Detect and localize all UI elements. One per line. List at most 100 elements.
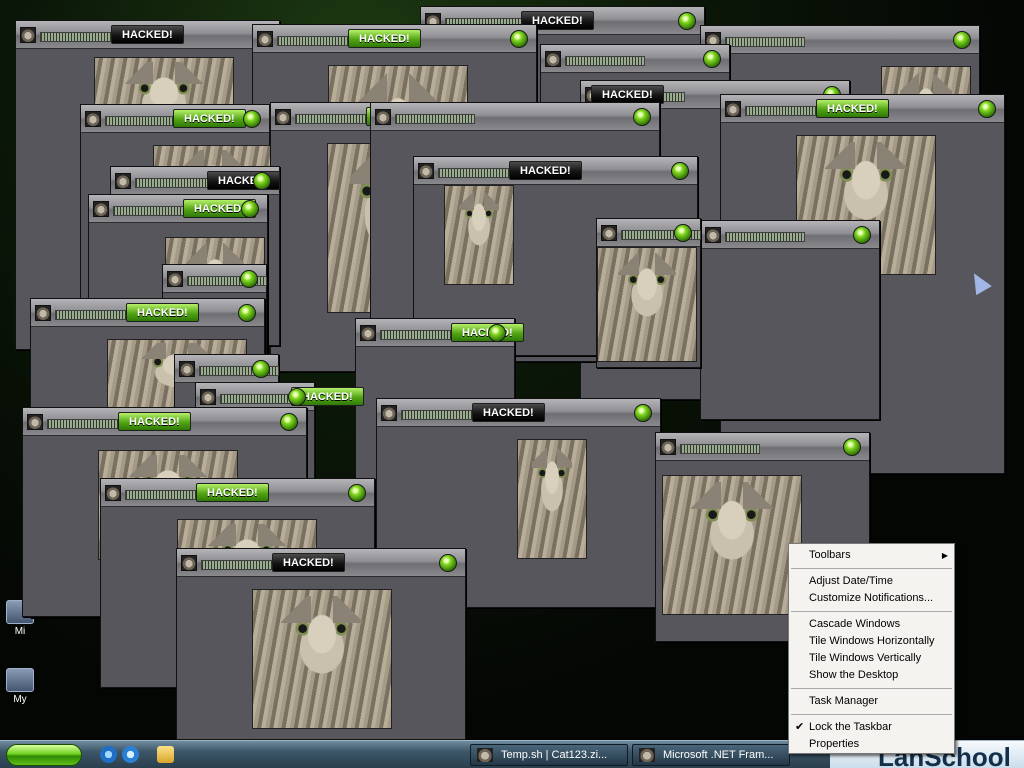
cat-icon — [381, 405, 397, 421]
menu-item-properties[interactable]: Properties — [789, 736, 954, 753]
popup-title-bar[interactable]: HACKED! — [23, 408, 306, 436]
cat-icon — [27, 414, 43, 430]
popup-title-bar[interactable]: HACKED! — [89, 195, 267, 223]
popup-title-bar[interactable] — [656, 433, 869, 461]
cat-icon — [275, 109, 291, 125]
close-orb-icon[interactable] — [953, 31, 971, 49]
hacked-label: HACKED! — [126, 303, 199, 322]
menu-item-label: Toolbars — [809, 549, 851, 561]
title-bar-grip — [401, 410, 481, 420]
menu-item-label: Cascade Windows — [809, 618, 901, 630]
cat-icon — [639, 748, 655, 762]
cat-photo — [252, 589, 392, 729]
close-orb-icon[interactable] — [703, 50, 721, 68]
menu-item-show-desktop[interactable]: Show the Desktop — [789, 667, 954, 684]
menu-item-toolbars[interactable]: Toolbars ▶ — [789, 547, 954, 564]
desktop-icon-label: My — [13, 694, 27, 705]
hacked-label: HACKED! — [816, 99, 889, 118]
close-orb-icon[interactable] — [671, 162, 689, 180]
menu-item-cascade-windows[interactable]: Cascade Windows — [789, 616, 954, 633]
close-orb-icon[interactable] — [288, 388, 306, 406]
cat-photo — [517, 439, 587, 559]
hacked-popup-window[interactable] — [596, 218, 701, 368]
taskbar-button-label: Temp.sh | Cat123.zi... — [501, 749, 608, 761]
folder-icon[interactable] — [157, 746, 174, 763]
cat-photo — [597, 247, 697, 362]
title-bar-grip — [113, 206, 193, 216]
close-orb-icon[interactable] — [253, 172, 271, 190]
close-orb-icon[interactable] — [633, 108, 651, 126]
cat-icon — [660, 439, 676, 455]
menu-item-label: Customize Notifications... — [809, 592, 934, 604]
close-orb-icon[interactable] — [243, 110, 261, 128]
popup-title-bar[interactable] — [163, 265, 267, 293]
cat-icon — [181, 555, 197, 571]
title-bar-grip — [47, 419, 127, 429]
title-bar-grip — [295, 114, 375, 124]
popup-title-bar[interactable]: HACKED! — [253, 25, 536, 53]
popup-title-bar[interactable]: HACKED! — [414, 157, 697, 185]
popup-title-bar[interactable] — [371, 103, 659, 131]
close-orb-icon[interactable] — [853, 226, 871, 244]
close-orb-icon[interactable] — [439, 554, 457, 572]
popup-title-bar[interactable]: HACKED! — [177, 549, 465, 577]
cat-icon — [601, 225, 617, 241]
popup-title-bar[interactable] — [701, 26, 979, 54]
close-orb-icon[interactable] — [843, 438, 861, 456]
title-bar-grip — [201, 560, 281, 570]
close-orb-icon[interactable] — [978, 100, 996, 118]
hacked-popup-window[interactable]: HACKED! — [176, 548, 466, 740]
close-orb-icon[interactable] — [678, 12, 696, 30]
cat-icon — [167, 271, 183, 287]
popup-title-bar[interactable]: HACKED! — [356, 319, 524, 347]
desktop-icon[interactable]: My — [0, 668, 40, 705]
close-orb-icon[interactable] — [252, 360, 270, 378]
popup-title-bar[interactable]: HACKED! — [721, 95, 1004, 123]
cat-icon — [200, 389, 216, 405]
popup-title-bar[interactable] — [597, 219, 701, 247]
popup-title-bar[interactable] — [175, 355, 279, 383]
menu-separator — [791, 611, 952, 612]
title-bar-grip — [725, 37, 805, 47]
popup-title-bar[interactable]: HACKED! — [377, 399, 660, 427]
close-orb-icon[interactable] — [348, 484, 366, 502]
close-orb-icon[interactable] — [510, 30, 528, 48]
close-orb-icon[interactable] — [240, 270, 258, 288]
cat-icon — [93, 201, 109, 217]
menu-item-customize-notifications[interactable]: Customize Notifications... — [789, 590, 954, 607]
title-bar-grip — [725, 232, 805, 242]
taskbar-context-menu[interactable]: Toolbars ▶ Adjust Date/Time Customize No… — [788, 543, 955, 754]
taskbar-button-dotnet[interactable]: Microsoft .NET Fram... — [632, 744, 790, 766]
internet-explorer-icon[interactable] — [100, 746, 117, 763]
cat-icon — [105, 485, 121, 501]
menu-item-tile-vertically[interactable]: Tile Windows Vertically — [789, 650, 954, 667]
popup-title-bar[interactable]: HACKED! — [16, 21, 279, 49]
hacked-popup-window[interactable] — [700, 220, 880, 420]
popup-title-bar[interactable]: HACKED! — [81, 105, 269, 133]
cat-icon — [477, 748, 493, 762]
close-orb-icon[interactable] — [238, 304, 256, 322]
close-orb-icon[interactable] — [488, 324, 506, 342]
popup-title-bar[interactable] — [701, 221, 879, 249]
close-orb-icon[interactable] — [241, 200, 259, 218]
popup-title-bar[interactable] — [541, 45, 729, 73]
title-bar-grip — [135, 178, 215, 188]
close-orb-icon[interactable] — [634, 404, 652, 422]
popup-title-bar[interactable]: HACKED! — [101, 479, 374, 507]
popup-title-bar[interactable]: HACKED! — [31, 299, 264, 327]
title-bar-grip — [125, 490, 205, 500]
browser-icon[interactable] — [122, 746, 139, 763]
cat-icon — [725, 101, 741, 117]
checkmark-icon: ✔ — [795, 721, 805, 733]
popup-title-bar[interactable]: HACKED! — [111, 167, 280, 195]
menu-item-tile-horizontally[interactable]: Tile Windows Horizontally — [789, 633, 954, 650]
menu-item-adjust-date-time[interactable]: Adjust Date/Time — [789, 573, 954, 590]
taskbar-button-temp-sh[interactable]: Temp.sh | Cat123.zi... — [470, 744, 628, 766]
cat-icon — [545, 51, 561, 67]
start-button[interactable] — [6, 744, 82, 766]
cat-icon — [360, 325, 376, 341]
close-orb-icon[interactable] — [674, 224, 692, 242]
menu-item-lock-taskbar[interactable]: ✔ Lock the Taskbar — [789, 719, 954, 736]
close-orb-icon[interactable] — [280, 413, 298, 431]
menu-item-task-manager[interactable]: Task Manager — [789, 693, 954, 710]
